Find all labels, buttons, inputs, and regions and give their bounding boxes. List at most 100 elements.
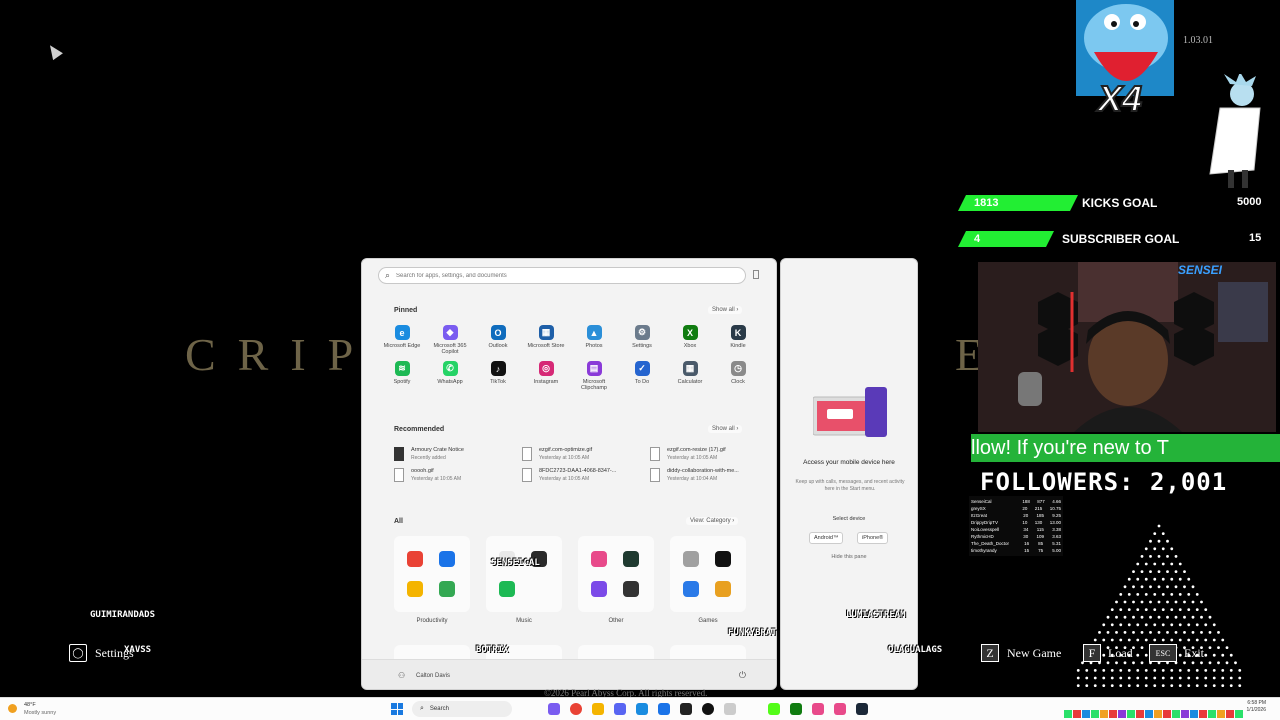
category-tile[interactable] bbox=[394, 536, 470, 612]
taskbar: 48°F Mostly sunny ⌕ Search 6:58 PM 1/1/2… bbox=[0, 697, 1280, 720]
app-icon[interactable] bbox=[591, 551, 607, 567]
taskbar-search[interactable]: ⌕ Search bbox=[412, 701, 512, 717]
android-button[interactable]: Android™ bbox=[809, 532, 844, 544]
kicks-goal-current: 1813 bbox=[974, 197, 999, 209]
pinned-app[interactable]: ⚙ Settings bbox=[618, 325, 666, 355]
pinned-app[interactable]: O Outlook bbox=[474, 325, 522, 355]
category-tile[interactable] bbox=[578, 536, 654, 612]
pinned-app[interactable]: ◷ Clock bbox=[714, 361, 762, 391]
windows-start-button[interactable] bbox=[391, 703, 403, 715]
pinned-app[interactable]: ≋ Spotify bbox=[378, 361, 426, 391]
file-icon bbox=[650, 447, 660, 461]
system-tray-icons[interactable] bbox=[1064, 710, 1243, 718]
taskbar-clock[interactable]: 6:58 PM 1/1/2026 bbox=[1247, 700, 1266, 714]
pinned-app[interactable]: ◆ Microsoft 365 Copilot bbox=[426, 325, 474, 355]
start-search-input[interactable] bbox=[396, 272, 717, 279]
settings-label[interactable]: Settings bbox=[95, 646, 134, 661]
edge-icon[interactable] bbox=[636, 703, 648, 715]
app-icon[interactable] bbox=[439, 551, 455, 567]
pinned-show-all-button[interactable]: Show all › bbox=[708, 306, 743, 314]
pinned-app[interactable]: X Xbox bbox=[666, 325, 714, 355]
app-icon[interactable] bbox=[715, 581, 731, 597]
recommended-item[interactable]: ooooh.gif Yesterday at 10:05 AM bbox=[394, 468, 522, 482]
exit-label[interactable]: Exit bbox=[1184, 646, 1204, 661]
app-icon[interactable] bbox=[715, 551, 731, 567]
pinned-app[interactable]: ✆ WhatsApp bbox=[426, 361, 474, 391]
recommended-show-all-button[interactable]: Show all › bbox=[708, 425, 743, 433]
iphone-button[interactable]: iPhone® bbox=[857, 532, 889, 544]
itunes-icon[interactable] bbox=[724, 703, 736, 715]
user-name[interactable]: Calton Davis bbox=[416, 673, 450, 679]
pinned-app[interactable]: K Kindle bbox=[714, 325, 762, 355]
app-icon[interactable] bbox=[623, 581, 639, 597]
new-game-label[interactable]: New Game bbox=[1007, 646, 1061, 661]
terminal-icon[interactable] bbox=[680, 703, 692, 715]
power-icon[interactable]: ⏻ bbox=[739, 670, 746, 681]
recommended-item[interactable]: ezgif.com-optimize.gif Yesterday at 10:05… bbox=[522, 447, 650, 461]
recommended-item[interactable]: diddy-collaboration-with-me... Yesterday … bbox=[650, 468, 776, 482]
recommended-item[interactable]: ezgif.com-resize (17).gif Yesterday at 10… bbox=[650, 447, 776, 461]
pinned-app[interactable]: ◎ Instagram bbox=[522, 361, 570, 391]
chat-name: OLAGUALAGS bbox=[888, 645, 943, 655]
pinned-app[interactable]: ▦ Microsoft Store bbox=[522, 325, 570, 355]
store-icon[interactable] bbox=[658, 703, 670, 715]
chat-name: GUIMIRANDADS bbox=[90, 610, 156, 620]
load-label[interactable]: Load bbox=[1108, 646, 1133, 661]
category-label: Productivity bbox=[416, 618, 448, 624]
esc-key-icon[interactable]: ESC bbox=[1149, 644, 1177, 662]
kick-icon[interactable] bbox=[768, 703, 780, 715]
app-icon[interactable] bbox=[439, 581, 455, 597]
app-icon[interactable] bbox=[683, 551, 699, 567]
leaderboard-row: ItzGreat 20 185 9.25 bbox=[971, 513, 1061, 518]
category-folder[interactable]: Games bbox=[670, 536, 762, 624]
phone-link-icon[interactable] bbox=[753, 270, 759, 279]
leaderboard-row: DrippyDripTV 10 130 13.00 bbox=[971, 520, 1061, 525]
app-icon: ✆ bbox=[442, 361, 458, 376]
hide-pane-link[interactable]: Hide this pane bbox=[781, 554, 917, 560]
all-apps-title: All bbox=[394, 518, 403, 525]
app-icon: ≋ bbox=[394, 361, 410, 376]
user-icon[interactable]: ⚇ bbox=[398, 671, 405, 680]
discord-icon[interactable] bbox=[614, 703, 626, 715]
weather-temp: 48°F bbox=[24, 702, 36, 708]
app-icon[interactable] bbox=[499, 581, 515, 597]
pinned-app[interactable]: ✓ To Do bbox=[618, 361, 666, 391]
pinned-app[interactable]: ▦ Calculator bbox=[666, 361, 714, 391]
z-key-icon[interactable]: Z bbox=[981, 644, 999, 662]
pinned-app[interactable]: ♪ TikTok bbox=[474, 361, 522, 391]
app-icon[interactable] bbox=[591, 581, 607, 597]
app-icon: e bbox=[394, 325, 410, 340]
category-folder[interactable]: Other bbox=[578, 536, 670, 624]
xbox-icon[interactable] bbox=[790, 703, 802, 715]
pinned-app[interactable]: ▲ Photos bbox=[570, 325, 618, 355]
pinned-app[interactable]: ▤ Microsoft Clipchamp bbox=[570, 361, 618, 391]
app-icon[interactable] bbox=[834, 703, 846, 715]
chrome-icon[interactable] bbox=[570, 703, 582, 715]
app-icon[interactable] bbox=[683, 581, 699, 597]
recommended-item[interactable]: Armoury Crate Notice Recently added bbox=[394, 447, 522, 461]
pinned-app[interactable]: e Microsoft Edge bbox=[378, 325, 426, 355]
f-key-icon[interactable]: F bbox=[1083, 644, 1101, 662]
category-folder[interactable]: Music bbox=[486, 536, 578, 624]
recommended-item[interactable]: 8FDC2723-DAA1-4068-8347-... Yesterday at … bbox=[522, 468, 650, 482]
copilot-icon[interactable] bbox=[548, 703, 560, 715]
app-icon[interactable] bbox=[623, 551, 639, 567]
start-search-box[interactable]: ⌕ bbox=[378, 267, 746, 284]
settings-key-icon[interactable]: ◯ bbox=[69, 644, 87, 662]
select-device-label: Select device bbox=[832, 516, 866, 522]
view-category-button[interactable]: View: Category › bbox=[686, 517, 739, 525]
app-icon[interactable] bbox=[407, 551, 423, 567]
file-explorer-icon[interactable] bbox=[592, 703, 604, 715]
app-icon: ♪ bbox=[490, 361, 506, 376]
app-icon[interactable] bbox=[531, 581, 547, 597]
mouse-cursor bbox=[45, 41, 63, 61]
media-icon[interactable] bbox=[702, 703, 714, 715]
app-icon[interactable] bbox=[812, 703, 824, 715]
category-folder[interactable]: Productivity bbox=[394, 536, 486, 624]
steam-icon[interactable] bbox=[856, 703, 868, 715]
kicks-goal-target: 5000 bbox=[1237, 196, 1262, 208]
app-icon[interactable] bbox=[407, 581, 423, 597]
category-tile[interactable] bbox=[486, 536, 562, 612]
subscriber-goal-bar bbox=[958, 231, 1054, 247]
category-tile[interactable] bbox=[670, 536, 746, 612]
